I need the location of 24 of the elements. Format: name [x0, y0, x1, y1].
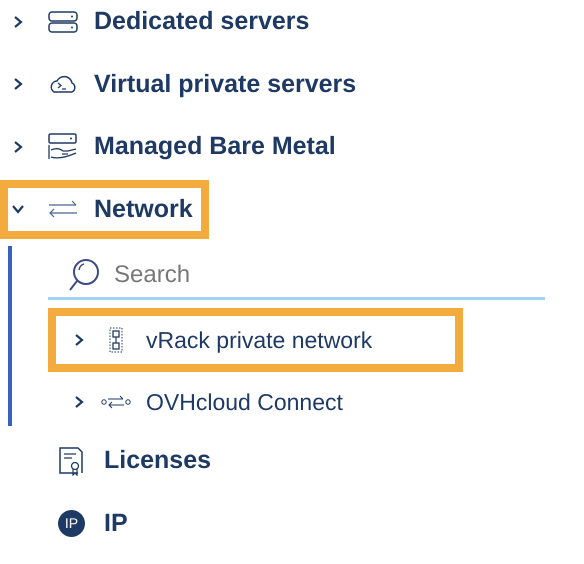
search-field[interactable]: Search [112, 260, 416, 290]
menu-item[interactable]: Dedicated servers [0, 0, 318, 44]
menu-item[interactable]: Virtual private servers [0, 62, 364, 106]
submenu-item[interactable]: OVHcloud Connect [56, 378, 455, 426]
arrows-icon [48, 200, 78, 218]
cloud-terminal-icon [48, 74, 78, 94]
chevron-icon [12, 77, 24, 92]
chevron-icon [11, 203, 25, 216]
chevron-icon [73, 395, 85, 409]
chevron-icon [12, 14, 24, 29]
hand-server-icon [48, 132, 78, 161]
menu-item[interactable]: Licenses [0, 439, 220, 482]
search-icon [68, 258, 100, 292]
chevron-icon [12, 140, 24, 154]
certificate-icon [58, 446, 84, 476]
menu-item[interactable]: Network [8, 188, 201, 231]
server-icon [48, 10, 78, 33]
chevron-icon [73, 333, 85, 347]
menu-item[interactable]: Managed Bare Metal [0, 125, 344, 168]
menu-item[interactable]: IP IP [0, 502, 136, 545]
connect-icon [100, 394, 130, 410]
ip-icon: IP [58, 510, 85, 537]
submenu-item[interactable]: vRack private network [56, 316, 455, 364]
rack-icon [108, 327, 122, 353]
